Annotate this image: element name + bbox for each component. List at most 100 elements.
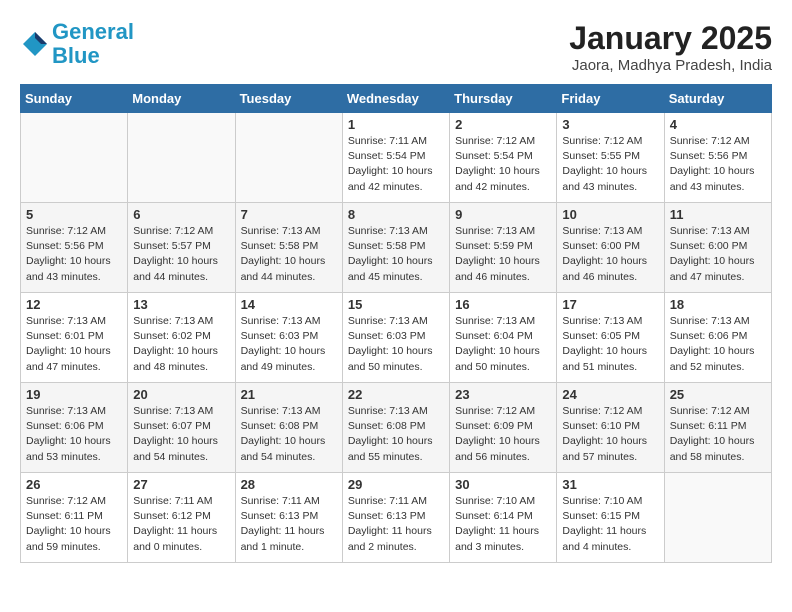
calendar-header: SundayMondayTuesdayWednesdayThursdayFrid… — [21, 85, 772, 113]
day-number: 9 — [455, 207, 551, 222]
logo-blue: Blue — [52, 43, 100, 68]
day-info: Sunrise: 7:13 AM Sunset: 5:58 PM Dayligh… — [348, 224, 444, 285]
day-info: Sunrise: 7:11 AM Sunset: 6:12 PM Dayligh… — [133, 494, 229, 555]
day-number: 3 — [562, 117, 658, 132]
day-info: Sunrise: 7:12 AM Sunset: 5:56 PM Dayligh… — [26, 224, 122, 285]
day-info: Sunrise: 7:13 AM Sunset: 5:58 PM Dayligh… — [241, 224, 337, 285]
header-row: SundayMondayTuesdayWednesdayThursdayFrid… — [21, 85, 772, 113]
day-info: Sunrise: 7:12 AM Sunset: 6:11 PM Dayligh… — [670, 404, 766, 465]
calendar-table: SundayMondayTuesdayWednesdayThursdayFrid… — [20, 84, 772, 563]
calendar-cell: 29 Sunrise: 7:11 AM Sunset: 6:13 PM Dayli… — [342, 473, 449, 563]
week-row-2: 5 Sunrise: 7:12 AM Sunset: 5:56 PM Daylig… — [21, 203, 772, 293]
day-number: 25 — [670, 387, 766, 402]
day-info: Sunrise: 7:13 AM Sunset: 6:08 PM Dayligh… — [348, 404, 444, 465]
calendar-cell: 8 Sunrise: 7:13 AM Sunset: 5:58 PM Daylig… — [342, 203, 449, 293]
day-number: 28 — [241, 477, 337, 492]
day-number: 13 — [133, 297, 229, 312]
day-number: 18 — [670, 297, 766, 312]
day-number: 7 — [241, 207, 337, 222]
day-number: 17 — [562, 297, 658, 312]
calendar-cell — [235, 113, 342, 203]
logo: General Blue — [20, 20, 134, 68]
week-row-5: 26 Sunrise: 7:12 AM Sunset: 6:11 PM Dayli… — [21, 473, 772, 563]
day-info: Sunrise: 7:10 AM Sunset: 6:15 PM Dayligh… — [562, 494, 658, 555]
logo-general: General — [52, 19, 134, 44]
day-number: 22 — [348, 387, 444, 402]
day-number: 31 — [562, 477, 658, 492]
day-number: 10 — [562, 207, 658, 222]
calendar-cell: 21 Sunrise: 7:13 AM Sunset: 6:08 PM Dayli… — [235, 383, 342, 473]
header-day-thursday: Thursday — [450, 85, 557, 113]
calendar-cell — [21, 113, 128, 203]
calendar-cell: 22 Sunrise: 7:13 AM Sunset: 6:08 PM Dayli… — [342, 383, 449, 473]
day-number: 4 — [670, 117, 766, 132]
calendar-cell: 7 Sunrise: 7:13 AM Sunset: 5:58 PM Daylig… — [235, 203, 342, 293]
calendar-cell — [664, 473, 771, 563]
day-number: 2 — [455, 117, 551, 132]
calendar-cell: 9Sunrise: 7:13 AM Sunset: 5:59 PM Daylig… — [450, 203, 557, 293]
day-info: Sunrise: 7:11 AM Sunset: 6:13 PM Dayligh… — [241, 494, 337, 555]
calendar-cell: 5 Sunrise: 7:12 AM Sunset: 5:56 PM Daylig… — [21, 203, 128, 293]
day-number: 8 — [348, 207, 444, 222]
day-number: 14 — [241, 297, 337, 312]
day-info: Sunrise: 7:13 AM Sunset: 6:06 PM Dayligh… — [670, 314, 766, 375]
day-number: 12 — [26, 297, 122, 312]
calendar-cell: 10 Sunrise: 7:13 AM Sunset: 6:00 PM Dayli… — [557, 203, 664, 293]
day-info: Sunrise: 7:13 AM Sunset: 6:01 PM Dayligh… — [26, 314, 122, 375]
calendar-body: 1Sunrise: 7:11 AM Sunset: 5:54 PM Daylig… — [21, 113, 772, 563]
day-number: 11 — [670, 207, 766, 222]
header-day-saturday: Saturday — [664, 85, 771, 113]
day-info: Sunrise: 7:12 AM Sunset: 5:57 PM Dayligh… — [133, 224, 229, 285]
calendar-cell: 24Sunrise: 7:12 AM Sunset: 6:10 PM Dayli… — [557, 383, 664, 473]
day-info: Sunrise: 7:13 AM Sunset: 6:05 PM Dayligh… — [562, 314, 658, 375]
week-row-4: 19 Sunrise: 7:13 AM Sunset: 6:06 PM Dayli… — [21, 383, 772, 473]
day-info: Sunrise: 7:12 AM Sunset: 6:10 PM Dayligh… — [562, 404, 658, 465]
calendar-cell: 26 Sunrise: 7:12 AM Sunset: 6:11 PM Dayli… — [21, 473, 128, 563]
calendar-cell: 31 Sunrise: 7:10 AM Sunset: 6:15 PM Dayli… — [557, 473, 664, 563]
week-row-1: 1Sunrise: 7:11 AM Sunset: 5:54 PM Daylig… — [21, 113, 772, 203]
day-info: Sunrise: 7:12 AM Sunset: 6:09 PM Dayligh… — [455, 404, 551, 465]
day-info: Sunrise: 7:13 AM Sunset: 6:00 PM Dayligh… — [562, 224, 658, 285]
calendar-cell: 6 Sunrise: 7:12 AM Sunset: 5:57 PM Daylig… — [128, 203, 235, 293]
day-info: Sunrise: 7:11 AM Sunset: 5:54 PM Dayligh… — [348, 134, 444, 195]
calendar-cell: 17 Sunrise: 7:13 AM Sunset: 6:05 PM Dayli… — [557, 293, 664, 383]
day-info: Sunrise: 7:12 AM Sunset: 5:54 PM Dayligh… — [455, 134, 551, 195]
day-number: 6 — [133, 207, 229, 222]
calendar-cell: 23 Sunrise: 7:12 AM Sunset: 6:09 PM Dayli… — [450, 383, 557, 473]
day-info: Sunrise: 7:13 AM Sunset: 6:06 PM Dayligh… — [26, 404, 122, 465]
day-info: Sunrise: 7:12 AM Sunset: 6:11 PM Dayligh… — [26, 494, 122, 555]
day-info: Sunrise: 7:11 AM Sunset: 6:13 PM Dayligh… — [348, 494, 444, 555]
header-day-monday: Monday — [128, 85, 235, 113]
calendar-cell: 15 Sunrise: 7:13 AM Sunset: 6:03 PM Dayli… — [342, 293, 449, 383]
calendar-cell: 13 Sunrise: 7:13 AM Sunset: 6:02 PM Dayli… — [128, 293, 235, 383]
title-block: January 2025 Jaora, Madhya Pradesh, Indi… — [569, 20, 772, 74]
calendar-cell: 2 Sunrise: 7:12 AM Sunset: 5:54 PM Daylig… — [450, 113, 557, 203]
logo-icon — [20, 29, 50, 59]
day-info: Sunrise: 7:13 AM Sunset: 6:07 PM Dayligh… — [133, 404, 229, 465]
day-number: 19 — [26, 387, 122, 402]
calendar-cell: 18 Sunrise: 7:13 AM Sunset: 6:06 PM Dayli… — [664, 293, 771, 383]
day-info: Sunrise: 7:13 AM Sunset: 6:08 PM Dayligh… — [241, 404, 337, 465]
day-number: 29 — [348, 477, 444, 492]
calendar-cell: 11Sunrise: 7:13 AM Sunset: 6:00 PM Dayli… — [664, 203, 771, 293]
calendar-cell: 25 Sunrise: 7:12 AM Sunset: 6:11 PM Dayli… — [664, 383, 771, 473]
page-header: General Blue January 2025 Jaora, Madhya … — [20, 20, 772, 74]
week-row-3: 12 Sunrise: 7:13 AM Sunset: 6:01 PM Dayli… — [21, 293, 772, 383]
day-number: 5 — [26, 207, 122, 222]
day-info: Sunrise: 7:12 AM Sunset: 5:56 PM Dayligh… — [670, 134, 766, 195]
day-number: 16 — [455, 297, 551, 312]
header-day-friday: Friday — [557, 85, 664, 113]
day-number: 21 — [241, 387, 337, 402]
day-info: Sunrise: 7:10 AM Sunset: 6:14 PM Dayligh… — [455, 494, 551, 555]
day-number: 15 — [348, 297, 444, 312]
calendar-cell: 16Sunrise: 7:13 AM Sunset: 6:04 PM Dayli… — [450, 293, 557, 383]
calendar-cell: 4 Sunrise: 7:12 AM Sunset: 5:56 PM Daylig… — [664, 113, 771, 203]
day-info: Sunrise: 7:13 AM Sunset: 6:02 PM Dayligh… — [133, 314, 229, 375]
calendar-cell: 19 Sunrise: 7:13 AM Sunset: 6:06 PM Dayli… — [21, 383, 128, 473]
day-number: 27 — [133, 477, 229, 492]
day-info: Sunrise: 7:13 AM Sunset: 6:03 PM Dayligh… — [348, 314, 444, 375]
month-title: January 2025 — [569, 20, 772, 57]
calendar-cell: 12 Sunrise: 7:13 AM Sunset: 6:01 PM Dayli… — [21, 293, 128, 383]
day-number: 26 — [26, 477, 122, 492]
day-number: 23 — [455, 387, 551, 402]
